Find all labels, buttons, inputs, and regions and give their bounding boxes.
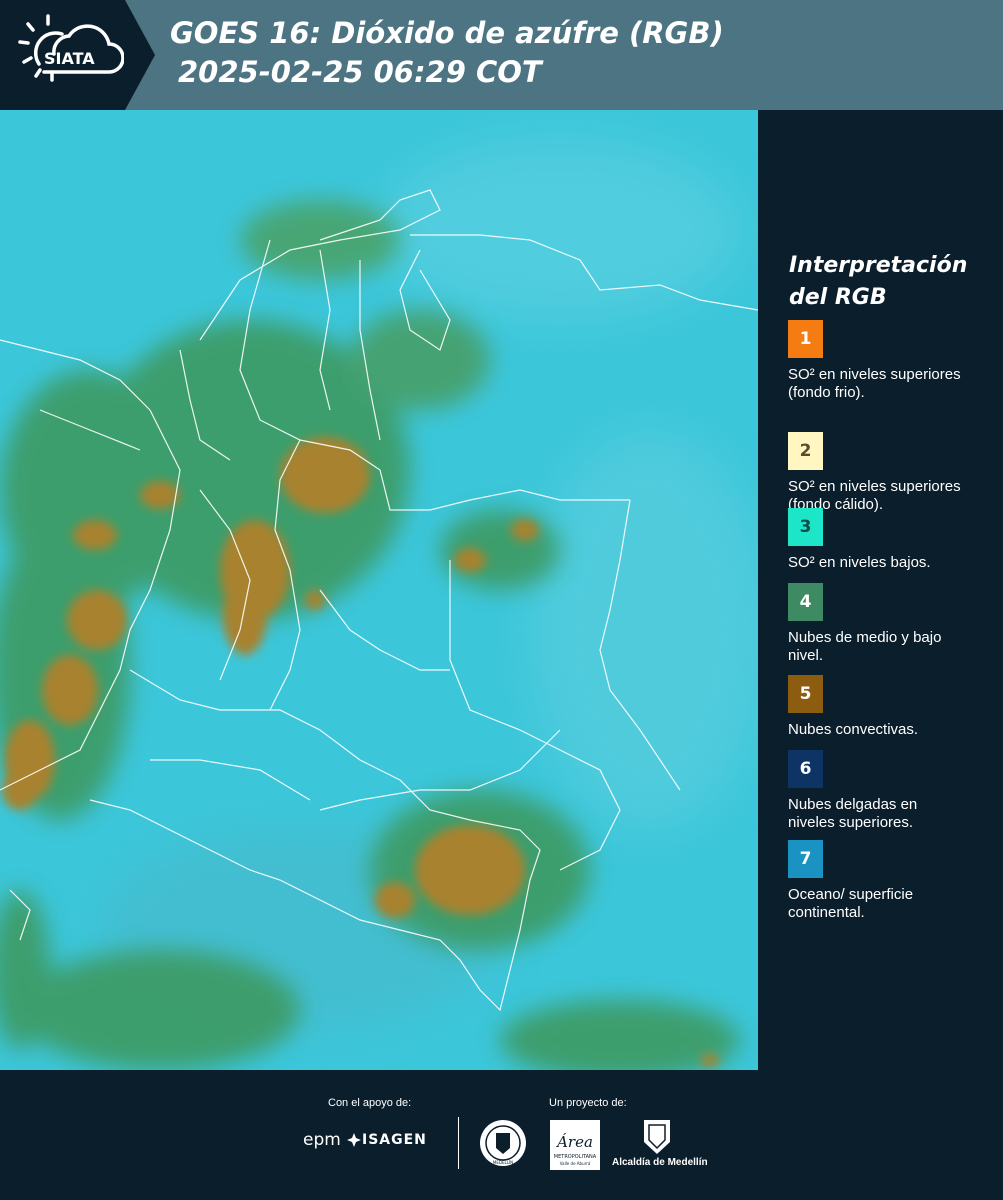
legend-swatch: 7 bbox=[788, 840, 823, 878]
legend-item-2: 2 SO² en niveles superiores (fondo cálido… bbox=[788, 432, 988, 514]
area-logo-subtext2: Valle de Aburrá bbox=[560, 1161, 591, 1166]
legend-swatch: 1 bbox=[788, 320, 823, 358]
legend-label: Nubes de medio y bajo nivel. bbox=[788, 629, 942, 664]
logo-arrow bbox=[125, 0, 155, 110]
timestamp-title: 2025-02-25 06:29 COT bbox=[178, 55, 542, 89]
area-metropolitana-logo-icon: Área METROPOLITANA Valle de Aburrá bbox=[550, 1120, 600, 1170]
logo-block: SIATA bbox=[0, 0, 125, 110]
project-label: Un proyecto de: bbox=[549, 1097, 627, 1109]
legend-label: SO² en niveles bajos. bbox=[788, 554, 931, 571]
footer-divider bbox=[458, 1117, 459, 1169]
legend-swatch: 6 bbox=[788, 750, 823, 788]
alcaldia-logo-text: Alcaldía de Medellín bbox=[612, 1157, 708, 1168]
area-logo-subtext: METROPOLITANA bbox=[554, 1154, 597, 1160]
legend-label: SO² en niveles superiores (fondo frio). bbox=[788, 366, 961, 401]
legend-item-3: 3 SO² en niveles bajos. bbox=[788, 508, 988, 572]
medellin-seal-icon: MEDELLÍN bbox=[480, 1120, 526, 1166]
satellite-map bbox=[0, 110, 758, 1070]
legend-panel: Interpretación del RGB 1 SO² en niveles s… bbox=[758, 110, 1003, 1070]
legend-label: Oceano/ superficie continental. bbox=[788, 886, 914, 921]
legend-item-7: 7 Oceano/ superficie continental. bbox=[788, 840, 988, 922]
legend-swatch: 5 bbox=[788, 675, 823, 713]
isagen-star-icon bbox=[347, 1133, 361, 1147]
support-label: Con el apoyo de: bbox=[328, 1097, 412, 1109]
siata-logo-icon: SIATA bbox=[18, 14, 124, 82]
footer: Con el apoyo de: Un proyecto de: epm ISA… bbox=[0, 1070, 1003, 1200]
legend-item-1: 1 SO² en niveles superiores (fondo frio). bbox=[788, 320, 988, 402]
legend-swatch: 2 bbox=[788, 432, 823, 470]
legend-swatch: 4 bbox=[788, 583, 823, 621]
legend-label: Nubes delgadas en niveles superiores. bbox=[788, 796, 918, 831]
legend-title: Interpretación del RGB bbox=[789, 250, 989, 314]
area-logo-text: Área bbox=[555, 1133, 593, 1151]
legend-title-line2: del RGB bbox=[789, 285, 887, 310]
logo-text: SIATA bbox=[44, 49, 95, 68]
legend-title-line1: Interpretación bbox=[789, 253, 968, 278]
epm-logo: epm bbox=[303, 1130, 341, 1150]
legend-label: Nubes convectivas. bbox=[788, 721, 919, 738]
header-bar: SIATA GOES 16: Dióxido de azúfre (RGB) 2… bbox=[0, 0, 1003, 110]
legend-swatch: 3 bbox=[788, 508, 823, 546]
legend-item-5: 5 Nubes convectivas. bbox=[788, 675, 988, 739]
legend-item-6: 6 Nubes delgadas en niveles superiores. bbox=[788, 750, 988, 832]
isagen-logo: ISAGEN bbox=[362, 1132, 427, 1148]
legend-item-4: 4 Nubes de medio y bajo nivel. bbox=[788, 583, 988, 665]
seal-text: MEDELLÍN bbox=[493, 1160, 513, 1165]
alcaldia-shield-icon bbox=[644, 1120, 670, 1154]
page-title: GOES 16: Dióxido de azúfre (RGB) bbox=[170, 16, 724, 50]
